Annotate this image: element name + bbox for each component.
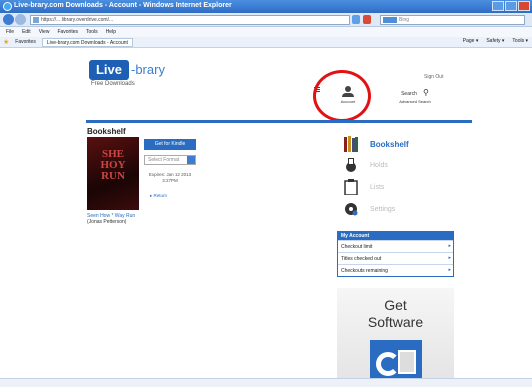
refresh-icon[interactable] xyxy=(352,15,360,24)
search-button[interactable]: Search ⚲ xyxy=(398,88,432,97)
header-divider xyxy=(86,120,472,123)
favorites-star-icon[interactable]: ★ xyxy=(3,38,9,46)
menu-favorites[interactable]: Favorites xyxy=(57,29,78,35)
favorites-bar: ★ Favorites Live-brary.com Downloads - A… xyxy=(0,37,532,48)
menu-edit[interactable]: Edit xyxy=(22,29,31,35)
site-logo[interactable]: Live -brary Free Downloads xyxy=(89,60,173,87)
format-select[interactable]: Select Format xyxy=(144,155,196,165)
clipboard-icon xyxy=(344,179,358,195)
sidebar-item-settings[interactable]: Settings xyxy=(344,201,395,217)
sidebar-label-bookshelf: Bookshelf xyxy=(370,139,409,149)
page-icon xyxy=(33,17,39,23)
expiry-text: Expires: Jan 12 2013 3:27PM xyxy=(148,172,192,183)
promo-line-2: Software xyxy=(367,314,424,330)
site-header xyxy=(0,48,532,118)
menu-help[interactable]: Help xyxy=(106,29,116,35)
book-author: (Jonas Petterson) xyxy=(87,219,127,225)
url-buttons xyxy=(352,15,371,24)
account-row-titles-checked-out[interactable]: Titles checked out xyxy=(338,252,453,264)
get-software-text: Get Software xyxy=(337,297,454,331)
forward-button[interactable] xyxy=(15,14,26,25)
back-button[interactable] xyxy=(3,14,14,25)
book-cover[interactable]: SHE HOY RUN xyxy=(87,137,139,210)
bing-icon xyxy=(383,17,397,23)
get-software-banner[interactable]: Get Software xyxy=(337,288,454,387)
sidebar-item-holds[interactable]: Holds xyxy=(344,157,388,173)
url-field[interactable]: https://... library.overdrive.com/... xyxy=(30,15,350,25)
sidebar-label-holds: Holds xyxy=(370,161,388,169)
logo-text: -brary xyxy=(131,62,165,77)
chevron-down-icon xyxy=(187,156,195,164)
url-text: https://... library.overdrive.com/... xyxy=(41,17,114,23)
sidebar-label-settings: Settings xyxy=(370,205,396,213)
safety-menu[interactable]: Safety ▾ xyxy=(486,38,504,44)
format-select-placeholder: Select Format xyxy=(148,157,180,163)
window-controls xyxy=(492,1,530,11)
sidebar-item-bookshelf[interactable]: Bookshelf xyxy=(344,136,409,152)
ie-icon xyxy=(3,2,12,11)
menu-file[interactable]: File xyxy=(6,29,14,35)
gear-icon xyxy=(345,203,358,216)
logo-mark: Live xyxy=(89,60,129,80)
browser-tab[interactable]: Live-brary.com Downloads - Account xyxy=(41,37,133,47)
favorites-label[interactable]: Favorites xyxy=(15,39,36,45)
page-menu[interactable]: Page ▾ xyxy=(463,38,479,44)
promo-line-1: Get xyxy=(384,297,407,313)
my-account-panel: My Account Checkout limit Titles checked… xyxy=(337,231,454,277)
books-icon xyxy=(344,136,358,152)
highlight-circle xyxy=(313,70,371,122)
window-titlebar: Live-brary.com Downloads - Account - Win… xyxy=(0,0,532,13)
search-box[interactable]: Bing xyxy=(380,15,525,25)
account-row-checkout-limit[interactable]: Checkout limit xyxy=(338,240,453,252)
minimize-button[interactable] xyxy=(492,1,504,11)
status-bar xyxy=(0,378,532,387)
return-link[interactable]: ▸ Return xyxy=(150,193,167,199)
close-button[interactable] xyxy=(518,1,530,11)
stop-icon[interactable] xyxy=(363,15,371,24)
bookshelf-heading: Bookshelf xyxy=(87,127,126,136)
get-for-kindle-button[interactable]: Get for Kindle xyxy=(144,139,196,150)
my-account-title: My Account xyxy=(338,232,453,240)
tools-menu[interactable]: Tools ▾ xyxy=(512,38,528,44)
maximize-button[interactable] xyxy=(505,1,517,11)
command-bar: Page ▾ Safety ▾ Tools ▾ xyxy=(463,38,528,44)
menu-bar: File Edit View Favorites Tools Help xyxy=(0,27,532,37)
account-row-checkouts-remaining[interactable]: Checkouts remaining xyxy=(338,264,453,276)
hand-icon xyxy=(346,158,356,172)
window-title: Live-brary.com Downloads - Account - Win… xyxy=(14,2,232,9)
magnifier-icon: ⚲ xyxy=(423,88,429,97)
search-label: Search xyxy=(401,91,417,97)
search-placeholder: Bing xyxy=(399,17,410,23)
sidebar-item-lists[interactable]: Lists xyxy=(344,179,384,195)
sidebar-label-lists: Lists xyxy=(370,183,385,191)
menu-view[interactable]: View xyxy=(39,29,50,35)
address-bar: https://... library.overdrive.com/... Bi… xyxy=(0,13,532,27)
menu-tools[interactable]: Tools xyxy=(86,29,98,35)
logo-tagline: Free Downloads xyxy=(91,81,135,87)
advanced-search-link[interactable]: Advanced Search xyxy=(398,99,432,104)
sign-out-link[interactable]: Sign Out xyxy=(424,74,443,80)
